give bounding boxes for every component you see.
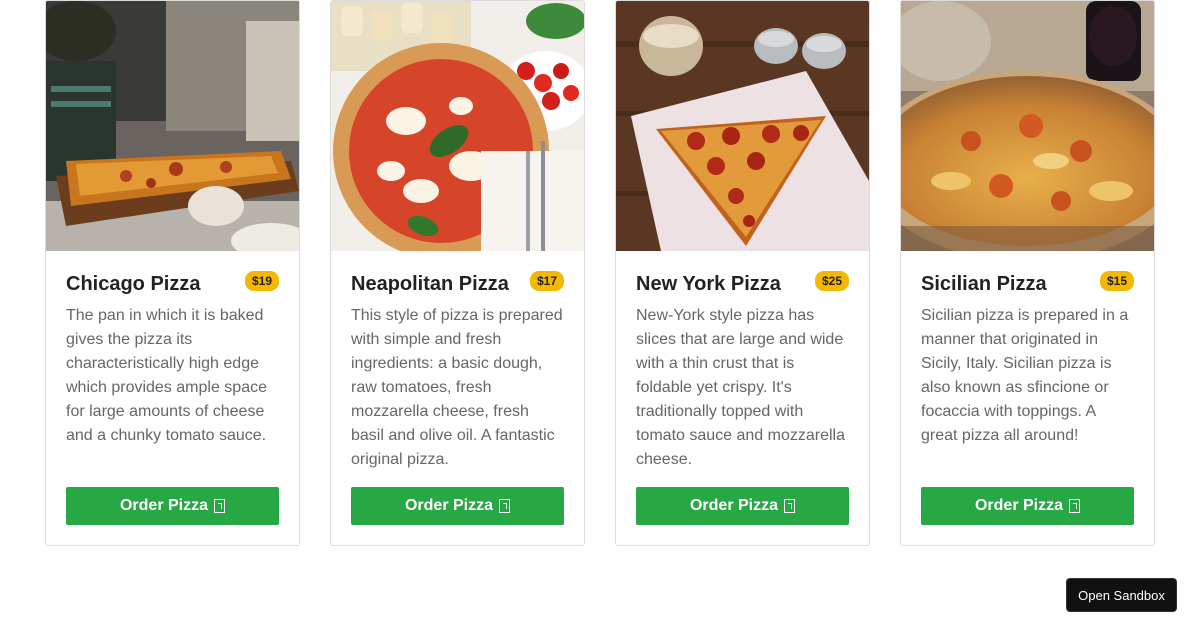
price-badge: $25 — [814, 271, 849, 291]
pizza-card-new-york: New York Pizza $25 New-York style pizza … — [615, 0, 870, 546]
price-badge: $19 — [244, 271, 279, 291]
pizza-title: New York Pizza — [636, 273, 781, 295]
order-button-label: Order Pizza — [974, 497, 1064, 514]
open-sandbox-button[interactable]: Open Sandbox — [1066, 578, 1177, 612]
order-button-label: Order Pizza — [404, 497, 494, 514]
order-pizza-button[interactable]: Order Pizza — [351, 487, 564, 525]
order-button-label: Order Pizza — [119, 497, 209, 514]
pizza-card-chicago: Chicago Pizza $19 The pan in which it is… — [45, 0, 300, 546]
order-pizza-button[interactable]: Order Pizza — [66, 487, 279, 525]
external-link-icon — [214, 499, 226, 513]
pizza-description: This style of pizza is prepared with sim… — [351, 307, 563, 468]
order-pizza-button[interactable]: Order Pizza — [636, 487, 849, 525]
external-link-icon — [784, 499, 796, 513]
pizza-title: Neapolitan Pizza — [351, 273, 509, 295]
pizza-description: New-York style pizza has slices that are… — [636, 307, 845, 468]
pizza-card-neapolitan: Neapolitan Pizza $17 This style of pizza… — [330, 0, 585, 546]
external-link-icon — [499, 499, 511, 513]
order-button-label: Order Pizza — [689, 497, 779, 514]
order-pizza-button[interactable]: Order Pizza — [921, 487, 1134, 525]
pizza-description: The pan in which it is baked gives the p… — [66, 307, 267, 444]
pizza-title: Sicilian Pizza — [921, 273, 1047, 295]
pizza-description: Sicilian pizza is prepared in a manner t… — [921, 307, 1129, 444]
neapolitan-pizza-photo — [331, 1, 584, 251]
chicago-pizza-photo — [46, 1, 299, 251]
new-york-pizza-photo — [616, 1, 869, 251]
sicilian-pizza-photo — [901, 1, 1154, 251]
price-badge: $15 — [1099, 271, 1134, 291]
pizza-title: Chicago Pizza — [66, 273, 201, 295]
external-link-icon — [1069, 499, 1081, 513]
pizza-card-grid: Chicago Pizza $19 The pan in which it is… — [45, 0, 1155, 546]
price-badge: $17 — [529, 271, 564, 291]
pizza-card-sicilian: Sicilian Pizza $15 Sicilian pizza is pre… — [900, 0, 1155, 546]
